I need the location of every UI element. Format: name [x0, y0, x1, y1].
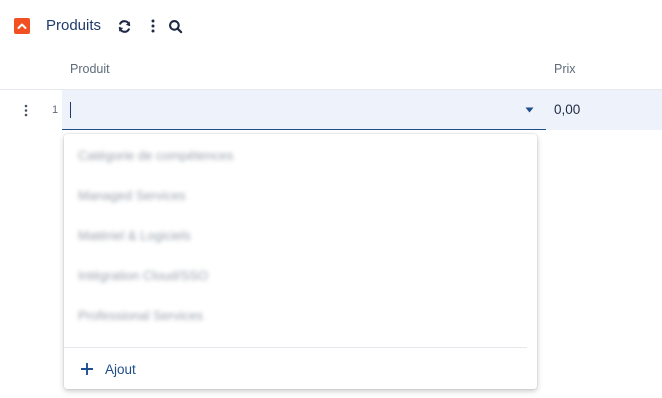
collapse-button[interactable] — [14, 18, 30, 34]
chevron-up-icon — [17, 23, 27, 29]
plus-icon — [80, 362, 94, 376]
row-menu-button[interactable] — [20, 102, 32, 118]
refresh-button[interactable] — [116, 17, 132, 35]
column-header-product[interactable]: Produit — [70, 62, 110, 76]
divider — [64, 347, 527, 348]
price-value: 0,00 — [554, 102, 581, 117]
search-button[interactable] — [167, 17, 183, 35]
panel-header: Produits — [0, 0, 662, 52]
dropdown-option[interactable]: Managed Services — [78, 188, 186, 203]
more-options-button[interactable] — [145, 17, 161, 35]
table-row: 1 0,00 — [0, 90, 662, 130]
dropdown-option[interactable]: Intégration Cloud/SSO — [78, 268, 208, 283]
products-panel: Produits Produit Prix 1 0,00 Catégorie d… — [0, 0, 662, 398]
price-cell[interactable]: 0,00 — [546, 90, 662, 130]
row-number: 1 — [52, 104, 59, 116]
dropdown-option[interactable]: Professional Services — [78, 308, 203, 323]
add-product-button[interactable]: Ajout — [80, 360, 136, 378]
panel-title: Produits — [46, 17, 102, 34]
text-caret — [70, 102, 71, 118]
refresh-icon — [118, 19, 130, 33]
more-vertical-icon — [24, 104, 28, 116]
more-vertical-icon — [151, 19, 155, 33]
column-header-price[interactable]: Prix — [554, 62, 576, 76]
dropdown-option[interactable]: Matériel & Logiciels — [78, 228, 191, 243]
product-dropdown-menu: Catégorie de compétences Managed Service… — [64, 134, 537, 389]
dropdown-option[interactable]: Catégorie de compétences — [78, 148, 233, 163]
add-product-label: Ajout — [105, 361, 136, 377]
product-select-input[interactable] — [62, 90, 546, 130]
caret-down-icon[interactable] — [525, 107, 534, 113]
search-icon — [168, 19, 182, 33]
